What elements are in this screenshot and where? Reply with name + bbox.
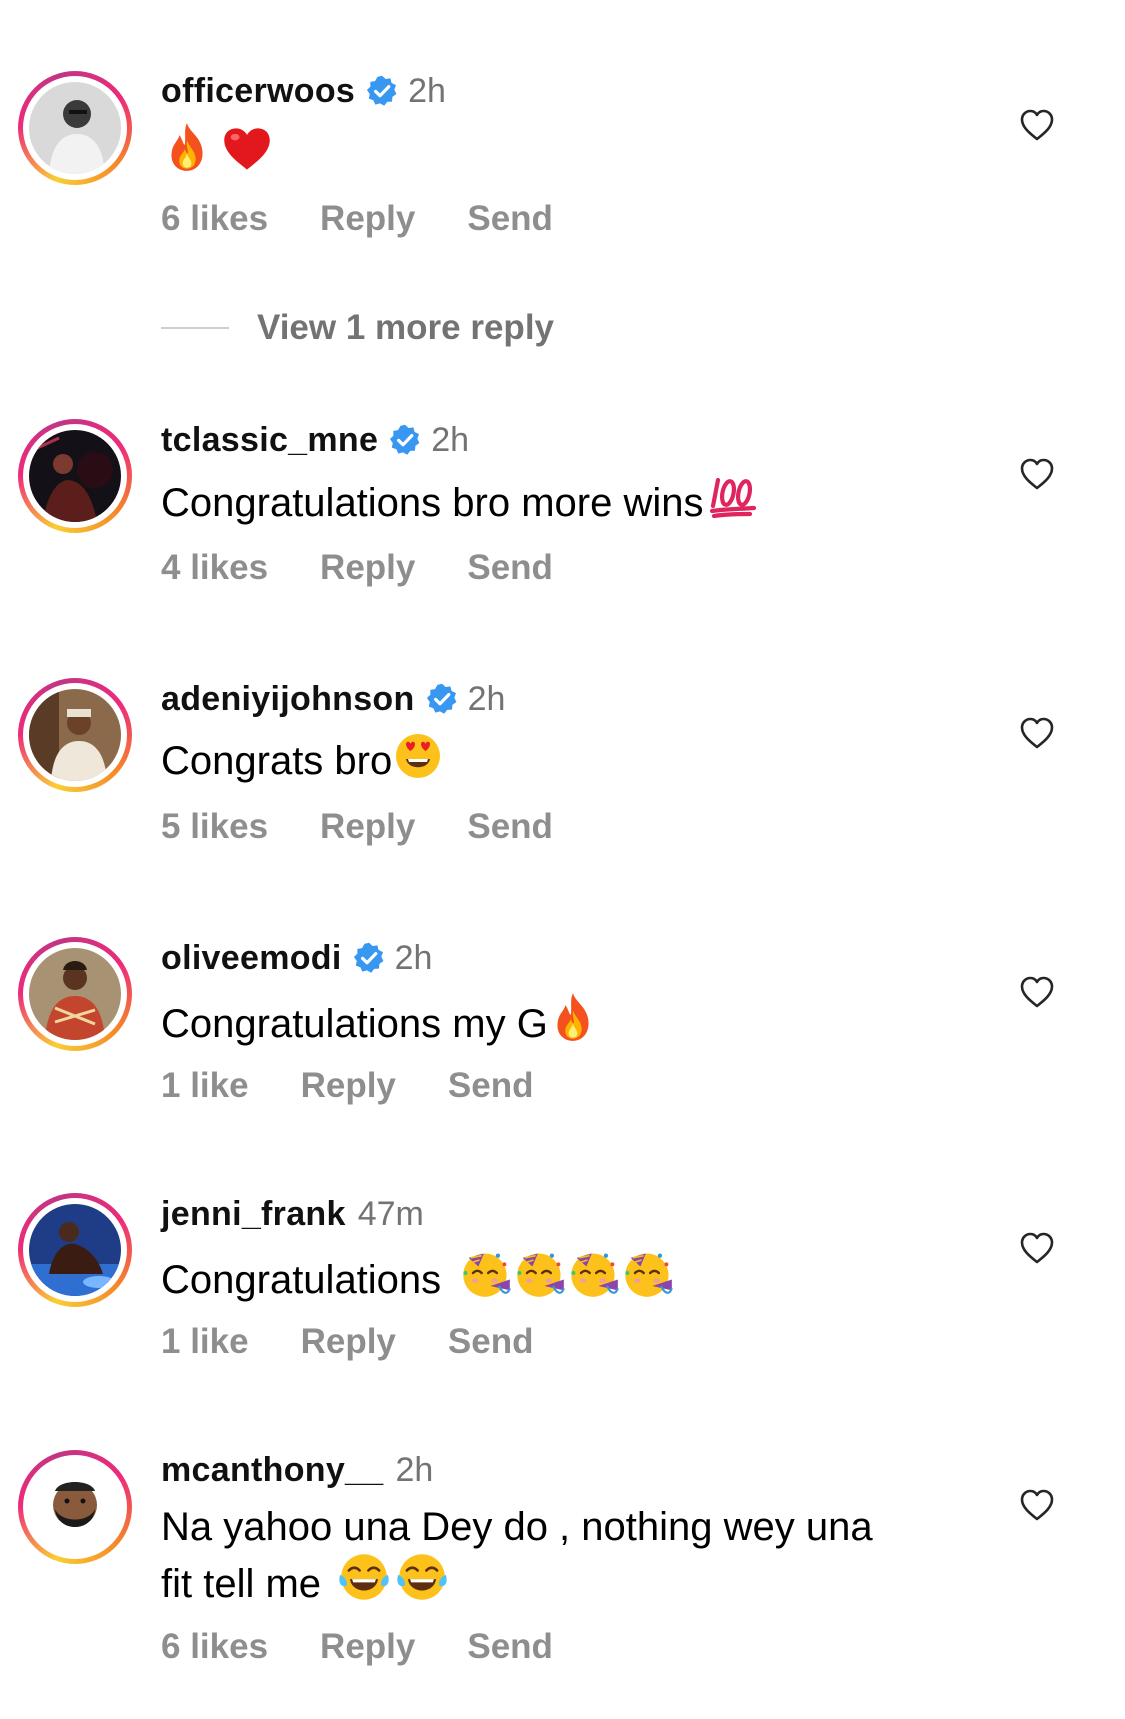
send-button[interactable]: Send	[467, 548, 553, 588]
avatar[interactable]	[18, 678, 132, 792]
comment-header: oliveemodi 2h	[161, 936, 432, 980]
comment-timestamp: 2h	[394, 938, 433, 977]
avatar-border	[23, 942, 127, 1046]
avatar[interactable]	[18, 1450, 132, 1564]
comment-actions: 6 likes Reply Send	[161, 197, 605, 241]
avatar-border	[23, 76, 127, 180]
avatar[interactable]	[18, 1193, 132, 1307]
username-link[interactable]: tclassic_mne	[161, 421, 378, 460]
send-button[interactable]: Send	[448, 1322, 534, 1362]
avatar-border	[23, 424, 127, 528]
send-button[interactable]: Send	[467, 807, 553, 847]
avatar-border	[23, 1198, 127, 1302]
red-heart-emoji-icon	[221, 125, 273, 173]
tears-of-joy-emoji-icon	[396, 1551, 448, 1603]
verified-badge-icon	[353, 942, 385, 974]
comment-text: Congratulations bro more wins	[161, 474, 759, 527]
comment-timestamp: 2h	[467, 679, 506, 718]
comment-text-content: Congratulations bro more wins	[161, 481, 704, 525]
comment-text: Congratulations my G	[161, 991, 596, 1048]
avatar-image	[29, 1204, 121, 1296]
partying-face-emoji-icon	[514, 1247, 566, 1299]
likes-count-button[interactable]: 1 like	[161, 1322, 249, 1362]
avatar-border	[23, 1455, 127, 1559]
comment-actions: 5 likes Reply Send	[161, 805, 605, 849]
fire-emoji-icon	[550, 991, 596, 1043]
like-heart-icon[interactable]	[1019, 108, 1055, 142]
comment-actions: 4 likes Reply Send	[161, 546, 605, 590]
send-button[interactable]: Send	[467, 199, 553, 239]
hundred-points-emoji-icon	[707, 474, 759, 518]
comment-text-line-2: fit tell me	[161, 1551, 448, 1608]
likes-count-button[interactable]: 6 likes	[161, 1627, 268, 1667]
like-heart-icon[interactable]	[1019, 975, 1055, 1009]
reply-button[interactable]: Reply	[320, 807, 415, 847]
reply-button[interactable]: Reply	[320, 548, 415, 588]
view-more-replies-label: View 1 more reply	[257, 308, 555, 347]
username-link[interactable]: officerwoos	[161, 72, 355, 111]
avatar-image	[29, 430, 121, 522]
verified-badge-icon	[366, 75, 398, 107]
comment-text-content: fit tell me	[161, 1562, 333, 1606]
send-button[interactable]: Send	[467, 1627, 553, 1667]
comment-header: mcanthony__ 2h	[161, 1448, 433, 1492]
comment-timestamp: 2h	[431, 420, 470, 459]
comment-header: adeniyijohnson 2h	[161, 677, 505, 721]
comment-timestamp: 47m	[357, 1194, 424, 1233]
avatar[interactable]	[18, 937, 132, 1051]
reply-button[interactable]: Reply	[320, 199, 415, 239]
username-link[interactable]: jenni_frank	[161, 1195, 346, 1234]
partying-face-emoji-icon	[460, 1247, 512, 1299]
comment-timestamp: 2h	[408, 71, 446, 110]
comment-text	[161, 121, 273, 178]
reply-button[interactable]: Reply	[301, 1066, 396, 1106]
partying-face-emoji-icon	[622, 1247, 674, 1299]
comment-text: Congratulations	[161, 1247, 674, 1304]
avatar-image	[29, 1461, 121, 1553]
username-link[interactable]: mcanthony__	[161, 1451, 383, 1490]
avatar-image	[29, 948, 121, 1040]
reply-button[interactable]: Reply	[301, 1322, 396, 1362]
like-heart-icon[interactable]	[1019, 1488, 1055, 1522]
comment-text-content: Congratulations my G	[161, 1002, 548, 1046]
likes-count-button[interactable]: 4 likes	[161, 548, 268, 588]
username-link[interactable]: adeniyijohnson	[161, 680, 415, 719]
fire-emoji-icon	[163, 121, 211, 173]
comment-actions: 6 likes Reply Send	[161, 1625, 605, 1669]
likes-count-button[interactable]: 6 likes	[161, 199, 268, 239]
divider-line	[161, 327, 229, 329]
comment-header: officerwoos 2h	[161, 69, 446, 113]
likes-count-button[interactable]: 5 likes	[161, 807, 268, 847]
comment-header: tclassic_mne 2h	[161, 418, 469, 462]
comment-text: Congrats bro	[161, 732, 442, 785]
like-heart-icon[interactable]	[1019, 716, 1055, 750]
comment-timestamp: 2h	[395, 1450, 434, 1489]
like-heart-icon[interactable]	[1019, 457, 1055, 491]
avatar-image	[29, 689, 121, 781]
tears-of-joy-emoji-icon	[338, 1551, 390, 1603]
verified-badge-icon	[426, 683, 458, 715]
comment-text-content: Congratulations	[161, 1258, 453, 1302]
avatar-border	[23, 683, 127, 787]
comment-actions: 1 like Reply Send	[161, 1064, 585, 1108]
avatar[interactable]	[18, 419, 132, 533]
avatar-image	[29, 82, 121, 174]
comment-actions: 1 like Reply Send	[161, 1320, 585, 1364]
comment-text-content: Congrats bro	[161, 739, 393, 783]
partying-face-emoji-icon	[568, 1247, 620, 1299]
comment-text-line-1: Na yahoo una Dey do , nothing wey una	[161, 1505, 873, 1549]
heart-eyes-emoji-icon	[394, 732, 442, 780]
likes-count-button[interactable]: 1 like	[161, 1066, 249, 1106]
like-heart-icon[interactable]	[1019, 1231, 1055, 1265]
avatar[interactable]	[18, 71, 132, 185]
verified-badge-icon	[389, 424, 421, 456]
view-more-replies-button[interactable]: View 1 more reply	[161, 306, 554, 350]
username-link[interactable]: oliveemodi	[161, 939, 342, 978]
reply-button[interactable]: Reply	[320, 1627, 415, 1667]
comment-header: jenni_frank 47m	[161, 1192, 424, 1236]
send-button[interactable]: Send	[448, 1066, 534, 1106]
